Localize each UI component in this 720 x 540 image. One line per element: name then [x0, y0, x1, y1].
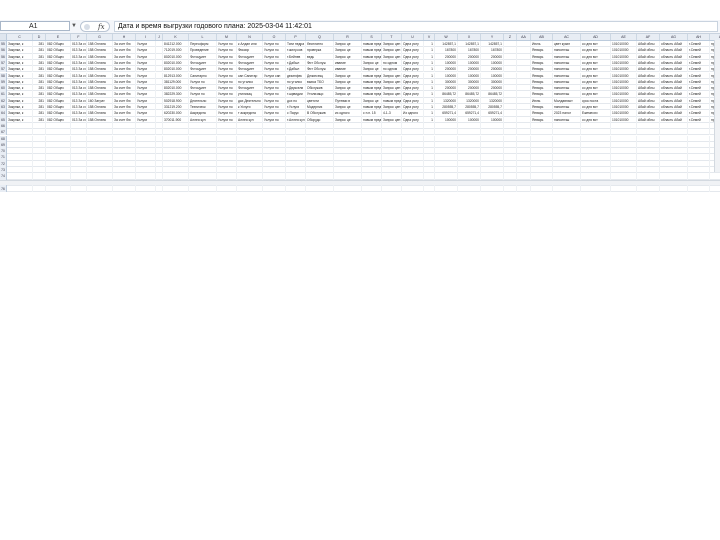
column-header-ae[interactable]: AE — [611, 34, 637, 40]
cell[interactable] — [156, 185, 163, 193]
spreadsheet-window: A1 ▼ fx Дата и время выгрузки годового п… — [0, 0, 720, 193]
cell[interactable] — [581, 185, 611, 193]
formula-input[interactable]: Дата и время выгрузки годового плана: 20… — [114, 21, 718, 32]
cell[interactable] — [382, 185, 402, 193]
column-header-i[interactable]: I — [136, 34, 156, 40]
cell[interactable] — [611, 185, 637, 193]
cell[interactable] — [286, 185, 306, 193]
column-header-y[interactable]: Y — [481, 34, 504, 40]
row-header[interactable]: 76 — [0, 185, 7, 193]
cell[interactable] — [306, 185, 334, 193]
column-header-r[interactable]: R — [334, 34, 362, 40]
column-header-l[interactable]: L — [189, 34, 217, 40]
column-header-row: C D E F G H I J K L M N O P Q R S T U V W X Y Z AA AB AC AD AE AF AG AH… — [0, 34, 720, 41]
column-header-j[interactable]: J — [156, 34, 163, 40]
cell[interactable] — [263, 185, 286, 193]
cell[interactable] — [688, 185, 710, 193]
circle-icon — [84, 24, 90, 30]
column-header-k[interactable]: K — [163, 34, 189, 40]
cell[interactable] — [87, 185, 113, 193]
column-header-u[interactable]: U — [402, 34, 424, 40]
vertical-scrollbar[interactable] — [714, 40, 720, 172]
column-header-d[interactable]: D — [33, 34, 46, 40]
column-header-ah[interactable]: AH — [688, 34, 710, 40]
cell[interactable] — [7, 185, 33, 193]
column-header-s[interactable]: S — [362, 34, 382, 40]
cell[interactable] — [517, 185, 531, 193]
column-header-ac[interactable]: AC — [553, 34, 581, 40]
cell[interactable] — [637, 185, 660, 193]
column-header-w[interactable]: W — [435, 34, 458, 40]
column-header-c[interactable]: C — [7, 34, 33, 40]
cell[interactable] — [481, 185, 504, 193]
cell[interactable] — [553, 185, 581, 193]
column-header-p[interactable]: P — [286, 34, 306, 40]
cell[interactable] — [136, 185, 156, 193]
cell[interactable] — [660, 185, 688, 193]
table-row: 76 — [0, 185, 720, 193]
column-header-o[interactable]: O — [263, 34, 286, 40]
column-header-h[interactable]: H — [113, 34, 136, 40]
name-box[interactable]: A1 — [0, 21, 70, 31]
column-header-ab[interactable]: AB — [531, 34, 553, 40]
column-header-g[interactable]: G — [87, 34, 113, 40]
cell[interactable] — [334, 185, 362, 193]
column-header-v[interactable]: V — [424, 34, 435, 40]
column-header-e[interactable]: E — [46, 34, 71, 40]
cell[interactable] — [217, 185, 237, 193]
column-header-ag[interactable]: AG — [660, 34, 688, 40]
cell[interactable] — [33, 185, 46, 193]
cell[interactable] — [237, 185, 263, 193]
cell[interactable] — [710, 186, 720, 192]
chevron-down-icon[interactable]: ▼ — [70, 22, 78, 31]
cell[interactable] — [71, 185, 87, 193]
cell[interactable] — [189, 185, 217, 193]
column-header-q[interactable]: Q — [306, 34, 334, 40]
cell[interactable] — [424, 185, 435, 193]
column-header-ad[interactable]: AD — [581, 34, 611, 40]
column-header-t[interactable]: T — [382, 34, 402, 40]
fx-icon: fx — [98, 23, 105, 31]
column-header-af[interactable]: AF — [637, 34, 660, 40]
cell[interactable] — [402, 185, 424, 193]
column-header-x[interactable]: X — [458, 34, 481, 40]
formula-bar: A1 ▼ fx Дата и время выгрузки годового п… — [0, 20, 720, 34]
insert-function-button[interactable]: fx — [80, 21, 110, 32]
cell[interactable] — [531, 185, 553, 193]
column-header-f[interactable]: F — [71, 34, 87, 40]
cell[interactable] — [435, 185, 458, 193]
cell[interactable] — [458, 185, 481, 193]
horizontal-scrollbar[interactable] — [0, 180, 720, 185]
cell[interactable] — [504, 185, 517, 193]
column-header-aa[interactable]: AA — [517, 34, 531, 40]
column-header-z[interactable]: Z — [504, 34, 517, 40]
select-all-corner[interactable] — [0, 34, 7, 40]
cell[interactable] — [163, 185, 189, 193]
column-header-n[interactable]: N — [237, 34, 263, 40]
cell[interactable] — [113, 185, 136, 193]
column-header-m[interactable]: M — [217, 34, 237, 40]
cell[interactable] — [362, 185, 382, 193]
cell[interactable] — [46, 185, 71, 193]
